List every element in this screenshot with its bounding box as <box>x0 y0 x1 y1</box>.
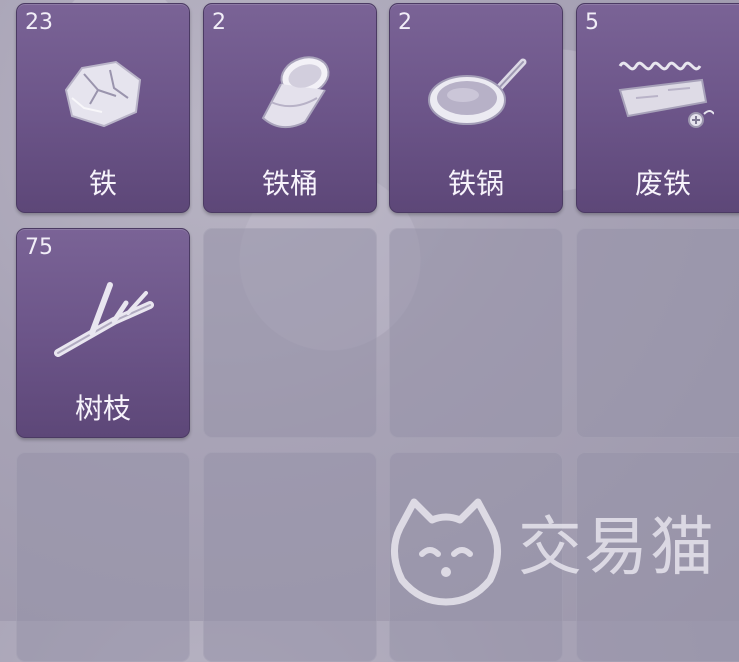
inventory-slot-branch[interactable]: 75 树枝 <box>16 228 190 438</box>
inventory-slot-scrap-iron[interactable]: 5 废铁 <box>576 3 739 213</box>
inventory-slot-empty[interactable] <box>389 228 563 438</box>
inventory-slot-iron-pan[interactable]: 2 铁锅 <box>389 3 563 213</box>
watermark: 交易猫 <box>386 498 716 608</box>
item-count: 75 <box>25 235 53 260</box>
inventory-slot-empty[interactable] <box>16 452 190 662</box>
item-name: 树枝 <box>74 392 131 425</box>
iron-bucket-icon <box>241 50 341 136</box>
inventory-slot-iron[interactable]: 23 铁 <box>16 3 190 213</box>
item-name: 铁锅 <box>447 167 504 200</box>
inventory-slot-empty[interactable] <box>203 452 377 662</box>
item-count: 2 <box>212 10 226 35</box>
inventory-slot-empty[interactable] <box>203 228 377 438</box>
item-name: 铁桶 <box>261 167 318 200</box>
branch-icon <box>54 275 154 361</box>
item-count: 5 <box>585 10 599 35</box>
item-name: 铁 <box>88 167 117 200</box>
watermark-text: 交易猫 <box>518 511 716 585</box>
item-count: 23 <box>25 10 53 35</box>
iron-pan-icon <box>427 50 527 136</box>
inventory-slot-iron-bucket[interactable]: 2 铁桶 <box>203 3 377 213</box>
item-count: 2 <box>398 10 412 35</box>
cat-logo-icon <box>386 498 506 608</box>
scrap-iron-icon <box>614 50 714 136</box>
inventory-slot-empty[interactable] <box>576 228 739 438</box>
item-name: 废铁 <box>634 167 691 200</box>
iron-ore-icon <box>54 50 154 136</box>
